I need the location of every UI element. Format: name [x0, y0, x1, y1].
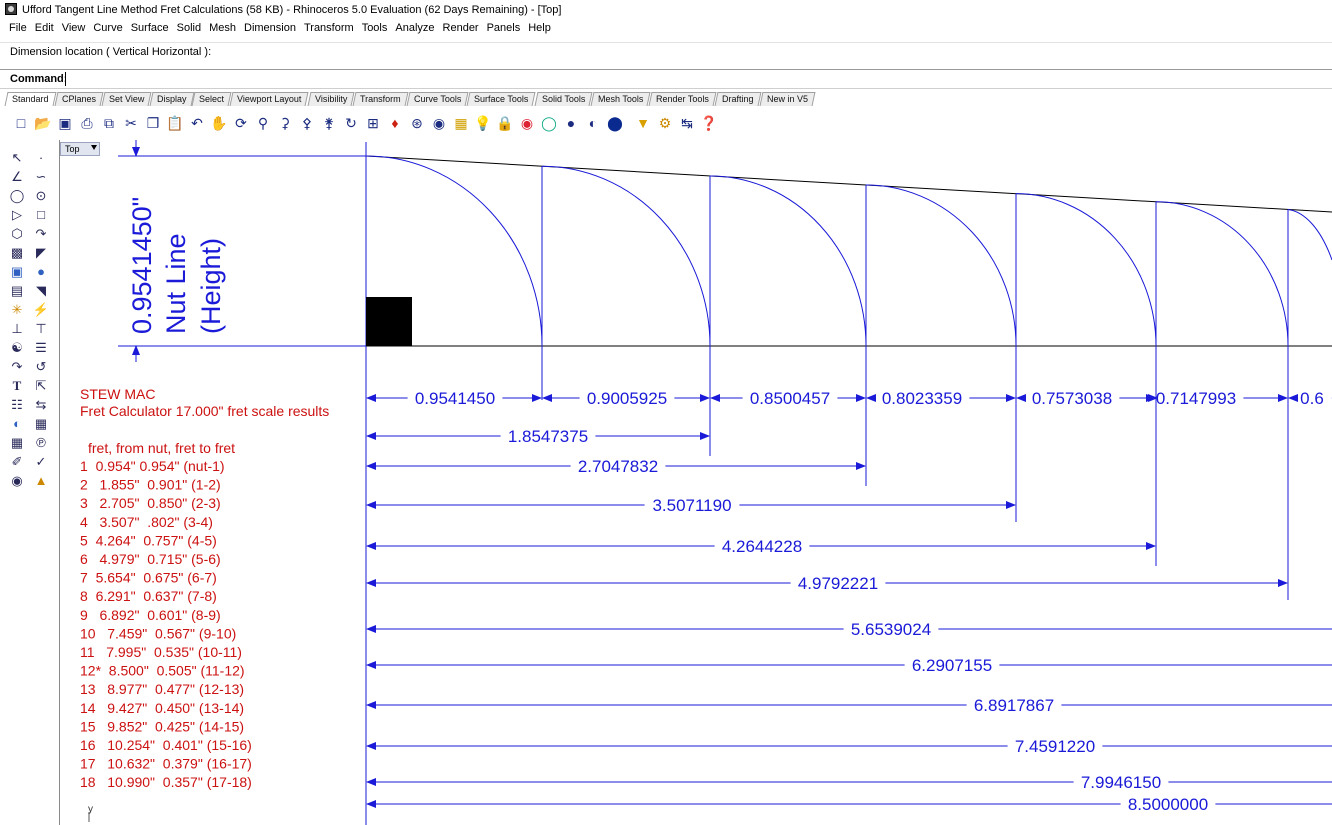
fret-note-row: 15 9.852" 0.425" (14-15) — [80, 718, 244, 734]
fret-arc — [541, 165, 711, 347]
segment-dimension-label: 0.8500457 — [750, 389, 830, 408]
cumulative-dimension-label: 6.2907155 — [912, 656, 992, 675]
cumulative-dimensions: 1.8547375 2.7047832 3.5071190 4.2644228 4.97… — [366, 427, 1332, 814]
fret-note-row: 9 6.892" 0.601" (8-9) — [80, 607, 221, 623]
black-square-marker — [366, 297, 412, 346]
cumulative-dimension-label: 4.9792221 — [798, 574, 878, 593]
fret-arc — [1015, 193, 1157, 347]
fret-arc — [709, 175, 867, 347]
fret-note-row: 17 10.632" 0.379" (16-17) — [80, 756, 252, 772]
fret-note-row: 4 3.507" .802" (3-4) — [80, 514, 213, 530]
notes-rows: 1 0.954" 0.954" (nut-1) 2 1.855" 0.901" (… — [80, 458, 252, 790]
tangent-line — [365, 155, 1332, 213]
viewport-title-tab[interactable]: Top — [60, 142, 100, 156]
cumulative-dimension-label: 7.4591220 — [1015, 737, 1095, 756]
segment-dimension-label: 0.6 — [1300, 389, 1324, 408]
cumulative-dimension-label: 8.5000000 — [1128, 795, 1208, 814]
top-viewport[interactable]: 0.9541450" Nut Line (Height) 0.9541450 0.… — [0, 0, 1332, 825]
fret-note-row: 12* 8.500" 0.505" (11-12) — [80, 663, 245, 679]
notes-heading-fret-calculator: Fret Calculator 17.000" fret scale resul… — [80, 403, 329, 419]
fret-note-row: 10 7.459" 0.567" (9-10) — [80, 625, 236, 641]
fret-note-row: 3 2.705" 0.850" (2-3) — [80, 495, 221, 511]
fret-note-row: 16 10.254" 0.401" (15-16) — [80, 737, 252, 753]
fret-arc — [865, 184, 1017, 347]
viewport-dropdown-icon[interactable] — [91, 145, 97, 150]
segment-dimension-label: 0.8023359 — [882, 389, 962, 408]
segment-dimensions: 0.9541450 0.9005925 0.8500457 0.8023359 0.75… — [366, 389, 1332, 408]
segment-dimension-label: 0.7147993 — [1156, 389, 1236, 408]
fret-arc — [1287, 208, 1332, 261]
fret-note-row: 6 4.979" 0.715" (5-6) — [80, 551, 221, 567]
cumulative-dimension-label: 4.2644228 — [722, 537, 802, 556]
fret-note-row: 8 6.291" 0.637" (7-8) — [80, 588, 217, 604]
cumulative-dimension-label: 5.6539024 — [851, 620, 931, 639]
cumulative-dimension-label: 7.9946150 — [1081, 773, 1161, 792]
cumulative-dimension-label: 3.5071190 — [652, 496, 731, 515]
segment-dimension-label: 0.9541450 — [415, 389, 495, 408]
nut-line-label: Nut Line — [161, 233, 191, 334]
segment-dimension-label: 0.7573038 — [1032, 389, 1112, 408]
fret-note-row: 14 9.427" 0.450" (13-14) — [80, 700, 244, 716]
cumulative-dimension-label: 2.7047832 — [578, 457, 658, 476]
viewport-title: Top — [65, 144, 80, 154]
fret-note-row: 18 10.990" 0.357" (17-18) — [80, 774, 252, 790]
fret-arcs-group — [365, 155, 1332, 600]
fret-note-row: 5 4.264" 0.757" (4-5) — [80, 532, 217, 548]
fret-note-row: 1 0.954" 0.954" (nut-1) — [80, 458, 225, 474]
cumulative-dimension-label: 6.8917867 — [974, 696, 1054, 715]
cumulative-dimension-label: 1.8547375 — [508, 427, 588, 446]
fret-note-row: 13 8.977" 0.477" (12-13) — [80, 681, 244, 697]
fret-note-row: 7 5.654" 0.675" (6-7) — [80, 570, 217, 586]
segment-dimension-label: 0.9005925 — [587, 389, 667, 408]
notes-table-header: fret, from nut, fret to fret — [88, 440, 235, 456]
fret-arc — [1155, 201, 1289, 347]
nut-height-value: 0.9541450" — [127, 197, 157, 334]
fret-note-row: 2 1.855" 0.901" (1-2) — [80, 477, 221, 493]
notes-heading-stew-mac: STEW MAC — [80, 386, 155, 402]
nut-height-label: (Height) — [196, 238, 226, 334]
fret-note-row: 11 7.995" 0.535" (10-11) — [80, 644, 242, 660]
